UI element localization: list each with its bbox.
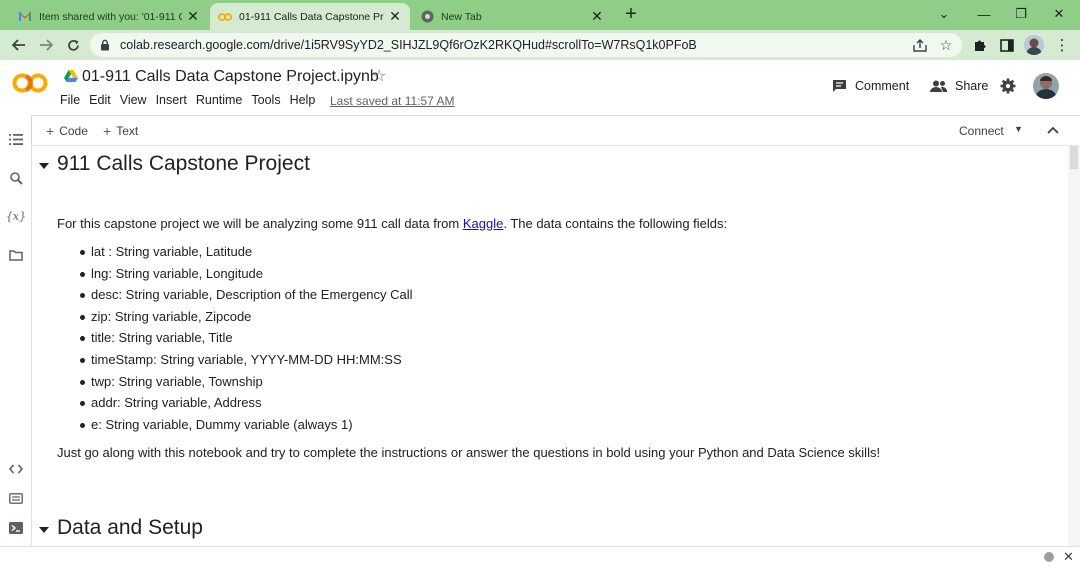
add-code-button[interactable]: + Code (46, 123, 88, 139)
forward-arrow-icon (40, 39, 53, 51)
folder-icon[interactable] (8, 247, 24, 263)
google-drive-icon[interactable] (64, 69, 78, 87)
chrome-menu-icon[interactable]: ⋮ (1052, 35, 1072, 55)
share-button[interactable]: Share (930, 79, 988, 93)
list-item: desc: String variable, Description of th… (80, 284, 413, 306)
left-sidebar: {x} (0, 115, 32, 547)
intro-text: For this capstone project we will be ana… (57, 216, 463, 231)
list-item: addr: String variable, Address (80, 392, 413, 414)
people-icon (930, 80, 947, 92)
tab-gmail[interactable]: Item shared with you: '01-911 Ca ✕ (10, 3, 208, 30)
star-icon[interactable]: ☆ (372, 66, 386, 86)
menu-tools[interactable]: Tools (251, 93, 280, 107)
share-page-icon[interactable] (912, 37, 928, 53)
command-palette-icon[interactable] (8, 490, 24, 506)
section-heading: Data and Setup (57, 516, 203, 539)
forward-button[interactable] (36, 35, 56, 55)
menu-edit[interactable]: Edit (89, 93, 111, 107)
search-icon[interactable] (8, 170, 24, 186)
variables-icon[interactable]: {x} (6, 208, 26, 224)
list-item: lat : String variable, Latitude (80, 241, 413, 263)
menu-insert[interactable]: Insert (156, 93, 187, 107)
scrollbar-thumb[interactable] (1070, 146, 1078, 169)
reload-button[interactable] (63, 35, 83, 55)
section-heading: 911 Calls Capstone Project (57, 152, 310, 175)
close-icon[interactable]: ✕ (186, 8, 200, 25)
closing-paragraph: Just go along with this notebook and try… (57, 445, 881, 460)
scrollbar[interactable] (1068, 146, 1080, 546)
plus-icon: + (103, 123, 112, 139)
colab-icon (218, 10, 232, 24)
status-bar: ✕ (0, 546, 1080, 567)
chevron-up-icon[interactable] (1046, 121, 1060, 144)
intro-text-end: . The data contains the following fields… (503, 216, 728, 231)
comment-icon (833, 80, 846, 92)
menu-view[interactable]: View (120, 93, 147, 107)
new-tab-button[interactable]: + (620, 4, 642, 26)
terminal-icon[interactable] (8, 520, 24, 536)
address-bar[interactable]: colab.research.google.com/drive/1i5RV9Sy… (90, 33, 962, 57)
tab-search-icon[interactable]: ⌄ (926, 0, 962, 28)
chrome-icon (420, 10, 434, 24)
table-of-contents-icon[interactable] (8, 131, 24, 147)
back-button[interactable] (9, 35, 29, 55)
profile-avatar[interactable] (1024, 35, 1044, 55)
tab-title: New Tab (441, 10, 482, 23)
list-item: lng: String variable, Longitude (80, 263, 413, 285)
tab-title: Item shared with you: '01-911 Ca (39, 10, 182, 23)
settings-gear-icon[interactable] (1000, 78, 1016, 99)
tab-new-tab[interactable]: New Tab ✕ (412, 3, 612, 30)
window-close-icon[interactable]: ✕ (1041, 0, 1077, 28)
browser-tab-strip: Item shared with you: '01-911 Ca ✕ 01-91… (0, 0, 1080, 30)
close-icon[interactable]: ✕ (1063, 549, 1074, 565)
list-item: twp: String variable, Township (80, 371, 413, 393)
extensions-puzzle-icon[interactable] (970, 35, 990, 55)
comment-button[interactable]: Comment (832, 79, 909, 93)
minimize-icon[interactable]: — (966, 0, 1002, 28)
notebook-content: 911 Calls Capstone Project For this caps… (33, 146, 1068, 546)
url-text: colab.research.google.com/drive/1i5RV9Sy… (120, 38, 697, 52)
back-arrow-icon (12, 39, 25, 51)
lock-icon (100, 38, 110, 56)
add-text-label: Text (116, 124, 139, 138)
menu-help[interactable]: Help (290, 93, 316, 107)
menu-bar: File Edit View Insert Runtime Tools Help (60, 93, 324, 107)
close-icon[interactable]: ✕ (388, 8, 402, 25)
notebook-title[interactable]: 01-911 Calls Data Capstone Project.ipynb (82, 68, 379, 86)
tab-title: 01-911 Calls Data Capstone Proje (239, 10, 384, 23)
tab-colab-notebook[interactable]: 01-911 Calls Data Capstone Proje ✕ (210, 3, 410, 30)
field-list: lat : String variable, Latitude lng: Str… (80, 241, 413, 436)
menu-runtime[interactable]: Runtime (196, 93, 243, 107)
notebook-toolbar: + Code + Text Connect ▼ (32, 115, 1080, 145)
comment-label: Comment (855, 79, 910, 93)
list-item: title: String variable, Title (80, 327, 413, 349)
share-label: Share (955, 79, 989, 93)
plus-icon: + (46, 123, 55, 139)
side-panel-icon[interactable] (997, 35, 1017, 55)
caret-down-icon[interactable]: ▼ (1014, 124, 1023, 134)
menu-file[interactable]: File (60, 93, 80, 107)
add-text-button[interactable]: + Text (103, 123, 138, 139)
list-item: e: String variable, Dummy variable (alwa… (80, 414, 413, 436)
account-avatar[interactable] (1033, 73, 1059, 99)
connect-button[interactable]: Connect (959, 124, 1004, 138)
last-saved-link[interactable]: Last saved at 11:57 AM (330, 94, 455, 108)
list-item: timeStamp: String variable, YYYY-MM-DD H… (80, 349, 413, 371)
colab-logo[interactable] (12, 72, 48, 99)
browser-toolbar: colab.research.google.com/drive/1i5RV9Sy… (0, 30, 1080, 60)
reload-icon (67, 39, 79, 51)
section-collapse-caret-icon[interactable] (38, 160, 50, 172)
intro-paragraph: For this capstone project we will be ana… (57, 213, 897, 234)
section-collapse-caret-icon[interactable] (38, 524, 50, 536)
bookmark-star-icon[interactable]: ☆ (938, 37, 954, 53)
gmail-icon (18, 10, 32, 24)
maximize-icon[interactable]: ❐ (1003, 0, 1039, 28)
kaggle-link[interactable]: Kaggle (463, 216, 503, 231)
status-indicator-icon (1044, 552, 1054, 562)
list-item: zip: String variable, Zipcode (80, 306, 413, 328)
add-code-label: Code (59, 124, 88, 138)
close-icon[interactable]: ✕ (590, 8, 604, 25)
colab-header: 01-911 Calls Data Capstone Project.ipynb… (0, 60, 1080, 115)
code-snippets-icon[interactable] (8, 461, 24, 477)
